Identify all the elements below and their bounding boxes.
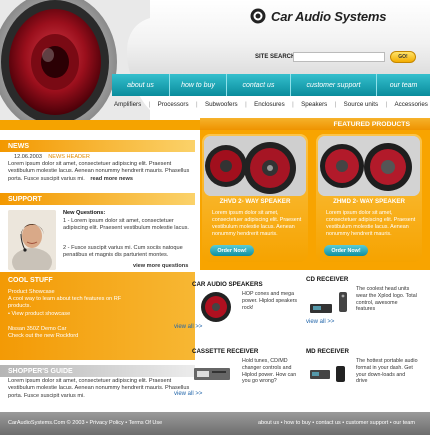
subnav-divider: | <box>148 101 151 108</box>
cool-stuff-item-1-text: A cool way to learn about tech features … <box>8 296 122 310</box>
footer-link-about-us[interactable]: about us <box>258 420 279 426</box>
category-desc: The hottest portable audio format in you… <box>356 358 418 385</box>
view-more-questions-link[interactable]: view more questions <box>133 263 195 270</box>
order-now-button[interactable]: Order Now! <box>324 245 368 256</box>
cool-stuff-item-2-text: Check out the new Rockford <box>8 333 79 339</box>
product-categories: CAR AUDIO SPEAKERS HOP cones and mega po… <box>174 270 430 397</box>
cool-stuff-heading: COOL STUFF <box>8 276 53 284</box>
subnav-divider: | <box>195 101 198 108</box>
featured-product-desc: Lorem ipsum dolor sit amet, consectetuer… <box>326 210 416 237</box>
footer-nav: about us • how to buy • contact us • cus… <box>258 420 415 426</box>
speaker-image[interactable] <box>192 291 240 323</box>
nav-customer-support[interactable]: customer support <box>290 74 376 96</box>
subnav-enclosures[interactable]: Enclosures <box>254 101 285 108</box>
news-date: 12.06.2003 <box>14 154 42 160</box>
featured-products-heading: FEATURED PRODUCTS <box>200 118 430 130</box>
md-receiver-icon[interactable] <box>306 358 354 390</box>
nav-contact-us[interactable]: contact us <box>226 74 290 96</box>
footer-link-customer-support[interactable]: customer support <box>346 420 389 426</box>
footer-link-how-to-buy[interactable]: how to buy <box>284 420 311 426</box>
speaker-logo-icon <box>250 8 266 24</box>
subnav-divider: | <box>385 101 388 108</box>
category-car-audio-speakers: CAR AUDIO SPEAKERS HOP cones and mega po… <box>174 281 302 337</box>
category-title[interactable]: MD RECEIVER <box>306 348 349 355</box>
news-headline[interactable]: NEWS HEADER <box>48 154 90 160</box>
featured-product-name[interactable]: ZHMD 2- WAY SPEAKER <box>316 198 422 205</box>
footer-link-contact-us[interactable]: contact us <box>316 420 341 426</box>
subnav-amplifiers[interactable]: Amplifiers <box>114 101 141 108</box>
subnav-source-units[interactable]: Source units <box>344 101 378 108</box>
main-nav: about us how to buy contact us customer … <box>112 74 430 96</box>
brand-logo[interactable]: Car Audio Systems <box>250 6 387 26</box>
order-now-button[interactable]: Order Now! <box>210 245 254 256</box>
news-heading: NEWS <box>0 140 195 152</box>
search-input[interactable] <box>293 52 385 62</box>
category-title[interactable]: CD RECEIVER <box>306 276 348 283</box>
support-heading: SUPPORT <box>0 193 195 205</box>
search-label: SITE SEARCH <box>255 54 296 60</box>
news-body: Lorem ipsum dolor sit amet, consectetuer… <box>8 161 193 183</box>
support-question-title: New Questions: <box>63 210 106 216</box>
category-desc: The coolest head units wear the Xplod lo… <box>356 286 417 313</box>
category-subnav: Amplifiers | Processors | Subwoofers | Encl… <box>112 98 430 111</box>
category-cd-receiver: CD RECEIVER The coolest head units wear … <box>306 276 417 332</box>
featured-product-card: ZHMD 2- WAY SPEAKER Lorem ipsum dolor si… <box>316 134 422 262</box>
shoppers-guide-body: Lorem ipsum dolor sit amet, consectetuer… <box>8 378 190 399</box>
support-question-1[interactable]: 1 - Lorem ipsum dolor sit amet, consecte… <box>63 218 193 233</box>
view-all-link[interactable]: view all >> <box>174 324 202 330</box>
subnav-processors[interactable]: Processors <box>158 101 189 108</box>
support-question-2[interactable]: 2 - Fusce suscipit varius mi. Cum sociis… <box>63 245 193 260</box>
nav-about-us[interactable]: about us <box>112 74 169 96</box>
left-column: NEWS 12.06.2003 NEWS HEADER Lorem ipsum … <box>0 130 195 399</box>
featured-product-name[interactable]: ZHVD 2- WAY SPEAKER <box>202 198 308 205</box>
left-column-top-bar <box>0 120 200 130</box>
subnav-speakers[interactable]: Speakers <box>301 101 327 108</box>
category-desc: HOP cones and mega power. Hiplod speaker… <box>242 291 298 311</box>
subnav-divider: | <box>292 101 294 108</box>
speaker-image[interactable] <box>318 136 420 196</box>
speaker-image[interactable] <box>204 136 306 196</box>
category-md-receiver: MD RECEIVER The hottest portable audio f… <box>306 348 418 404</box>
featured-product-card: ZHVD 2- WAY SPEAKER Lorem ipsum dolor si… <box>202 134 308 262</box>
category-desc: Hold tunes, CD/MD changer controls and H… <box>242 358 297 385</box>
category-title[interactable]: CASSETTE RECEIVER <box>192 348 258 355</box>
subnav-subwoofers[interactable]: Subwoofers <box>205 101 238 108</box>
view-all-link[interactable]: view all >> <box>174 391 202 397</box>
view-all-link[interactable]: view all >> <box>306 319 334 325</box>
nav-how-to-buy[interactable]: how to buy <box>169 74 226 96</box>
subnav-divider: | <box>334 101 337 108</box>
view-product-showcase-label: View product showcase <box>11 311 71 317</box>
brand-title: Car Audio Systems <box>271 8 387 24</box>
subnav-divider: | <box>245 101 247 108</box>
nav-our-team[interactable]: our team <box>376 74 430 96</box>
read-more-news-link[interactable]: read more news <box>90 176 133 182</box>
category-cassette-receiver: CASSETTE RECEIVER Hold tunes, CD/MD chan… <box>174 348 302 404</box>
headset-person-photo <box>8 210 56 270</box>
featured-products: ZHVD 2- WAY SPEAKER Lorem ipsum dolor si… <box>200 130 430 270</box>
category-title[interactable]: CAR AUDIO SPEAKERS <box>192 281 263 288</box>
cassette-receiver-icon[interactable] <box>192 358 240 390</box>
subnav-accessories[interactable]: Accessories <box>395 101 428 108</box>
footer-link-our-team[interactable]: our team <box>393 420 415 426</box>
cd-receiver-icon[interactable] <box>306 286 354 318</box>
footer-copyright[interactable]: CarAudioSystems.Com © 2003 • Privacy Pol… <box>8 420 162 426</box>
featured-product-desc: Lorem ipsum dolor sit amet, consectetuer… <box>212 210 302 237</box>
search-go-button[interactable]: GO! <box>390 51 416 63</box>
shoppers-guide-heading: SHOPPER'S GUIDE <box>0 365 195 377</box>
view-product-showcase-link[interactable]: • View product showcase <box>8 311 138 318</box>
